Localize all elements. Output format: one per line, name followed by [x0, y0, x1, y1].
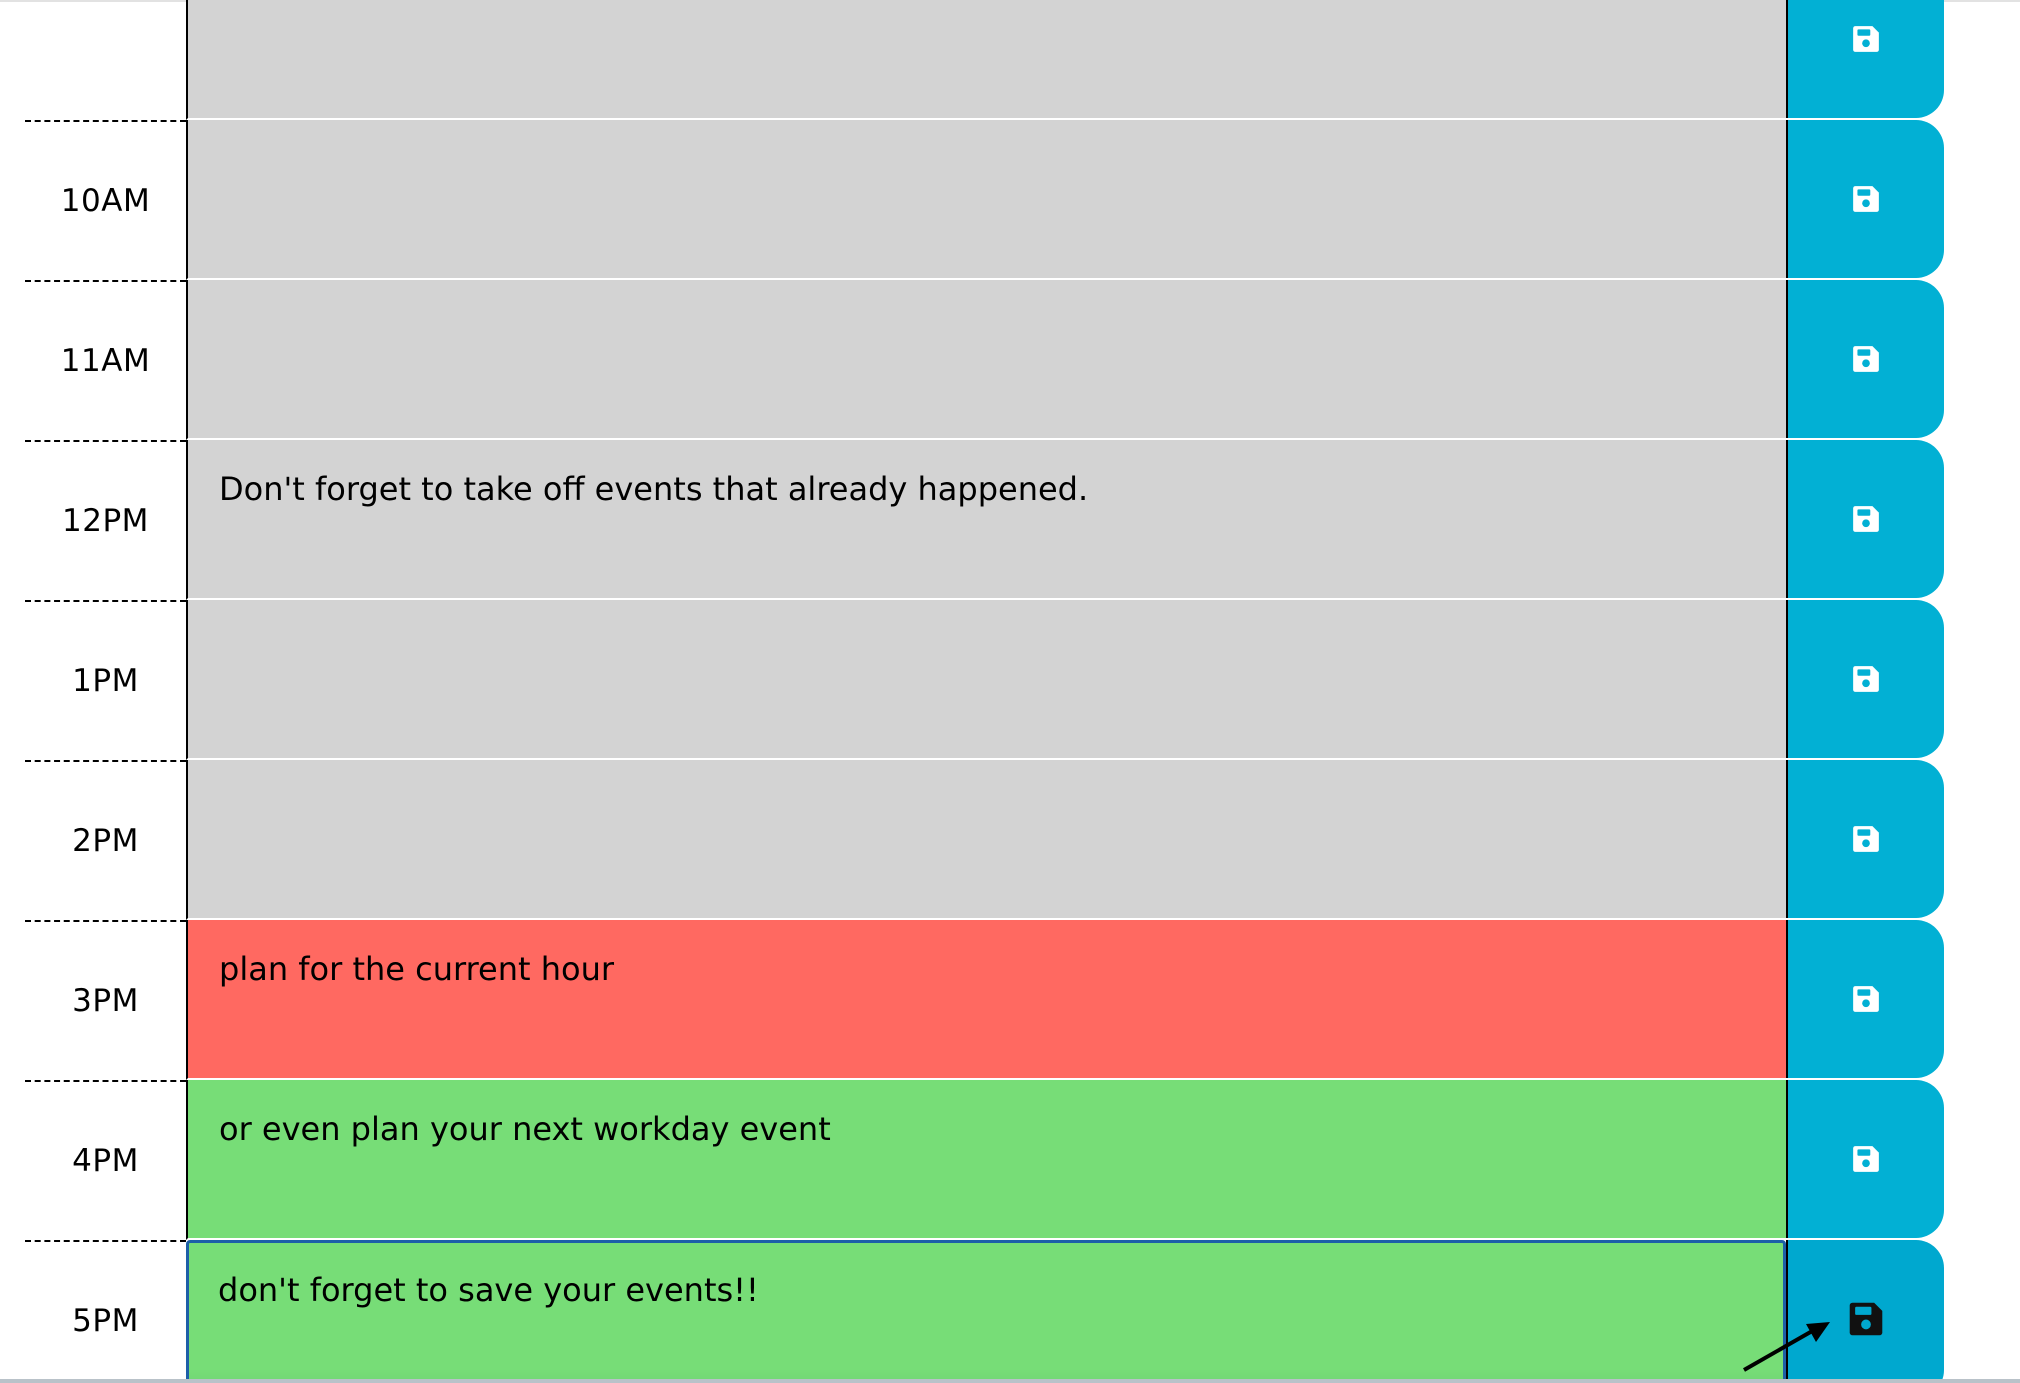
time-block-row: 11AM	[0, 280, 2020, 440]
save-button[interactable]	[1786, 600, 1944, 758]
floppy-disk-icon	[1847, 1300, 1885, 1338]
save-button[interactable]	[1786, 440, 1944, 598]
event-textarea[interactable]: don't forget to save your events!!	[186, 1240, 1786, 1383]
floppy-disk-icon	[1851, 504, 1881, 534]
save-button[interactable]	[1786, 280, 1944, 438]
floppy-disk-icon	[1851, 344, 1881, 374]
floppy-disk-icon	[1851, 664, 1881, 694]
event-textarea[interactable]	[186, 280, 1786, 440]
time-block-row: 2PM	[0, 760, 2020, 920]
time-block-row	[0, 0, 2020, 120]
save-button[interactable]	[1786, 920, 1944, 1078]
hour-label: 3PM	[25, 920, 186, 1080]
hour-label: 1PM	[25, 600, 186, 760]
hour-label: 2PM	[25, 760, 186, 920]
event-textarea[interactable]	[186, 760, 1786, 920]
event-textarea[interactable]	[186, 120, 1786, 280]
hour-label: 4PM	[25, 1080, 186, 1240]
bottom-edge	[0, 1379, 2020, 1383]
hour-label: 12PM	[25, 440, 186, 600]
time-block-row: 12PM Don't forget to take off events tha…	[0, 440, 2020, 600]
time-block-row: 4PM or even plan your next workday event	[0, 1080, 2020, 1240]
floppy-disk-icon	[1851, 184, 1881, 214]
floppy-disk-icon	[1851, 24, 1881, 54]
event-textarea[interactable]: or even plan your next workday event	[186, 1080, 1786, 1240]
floppy-disk-icon	[1851, 824, 1881, 854]
event-textarea[interactable]	[186, 0, 1786, 120]
work-day-scheduler-page: 10AM 11AM 12PM Don't forget to take off …	[0, 0, 2020, 1383]
hour-label: 10AM	[25, 120, 186, 280]
time-block-row: 1PM	[0, 600, 2020, 760]
hour-label	[25, 0, 186, 120]
cursor-arrow-icon	[1740, 1318, 1832, 1378]
floppy-disk-icon	[1851, 984, 1881, 1014]
floppy-disk-icon	[1851, 1144, 1881, 1174]
save-button[interactable]	[1786, 1080, 1944, 1238]
event-textarea[interactable]	[186, 600, 1786, 760]
time-block-row: 5PM don't forget to save your events!!	[0, 1240, 2020, 1383]
hour-label: 11AM	[25, 280, 186, 440]
time-block-row: 3PM plan for the current hour	[0, 920, 2020, 1080]
save-button[interactable]	[1786, 0, 1944, 118]
save-button[interactable]	[1786, 760, 1944, 918]
event-textarea[interactable]: Don't forget to take off events that alr…	[186, 440, 1786, 600]
save-button[interactable]	[1786, 120, 1944, 278]
time-block-row: 10AM	[0, 120, 2020, 280]
hour-label: 5PM	[25, 1240, 186, 1383]
event-textarea[interactable]: plan for the current hour	[186, 920, 1786, 1080]
